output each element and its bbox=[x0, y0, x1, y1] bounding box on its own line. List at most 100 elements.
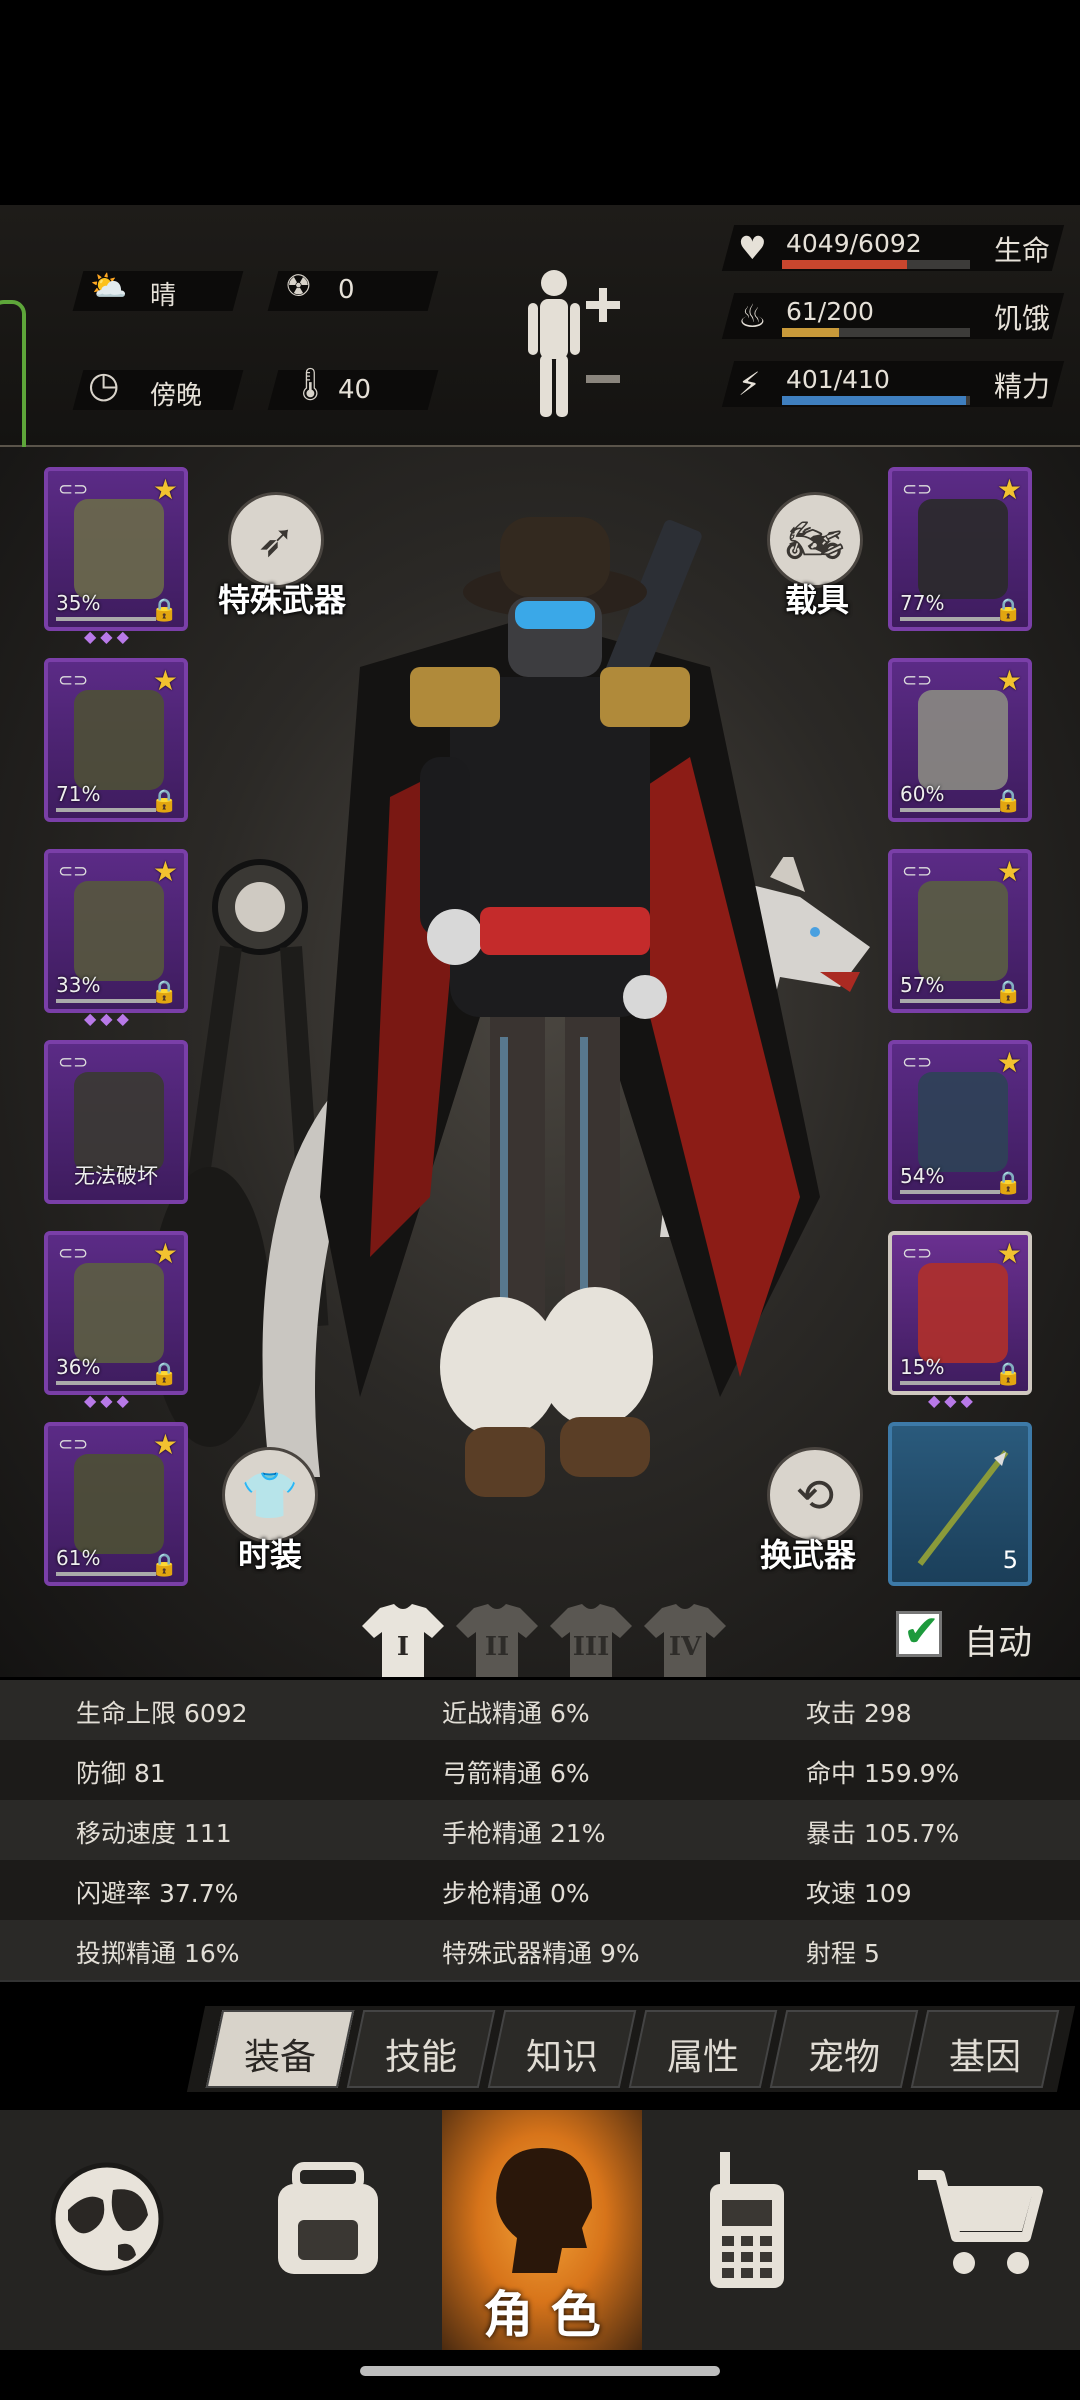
lock-icon: 🔒 bbox=[150, 598, 178, 623]
nav-radio[interactable] bbox=[642, 2110, 842, 2350]
durability-text: 57% bbox=[900, 973, 945, 997]
stat-item: 步枪精通 0% bbox=[442, 1879, 590, 1908]
link-icon: ⊂⊃ bbox=[902, 479, 933, 500]
stat-item: 弓箭精通 6% bbox=[442, 1759, 590, 1788]
status-panel: ⛅ 晴 ☢ 0 ◷ 傍晚 🌡 40 ♥ 4049/6092 生命 ♨ 61/200 饥饿 ⚡… bbox=[0, 205, 1080, 648]
helmet-slot[interactable]: ⊂⊃ ★ 35% 🔒 bbox=[44, 467, 188, 631]
pistol-slot[interactable]: ⊂⊃ ★ 15% 🔒 bbox=[888, 1231, 1032, 1395]
nav-world-map[interactable] bbox=[0, 2110, 216, 2350]
vehicle-button[interactable]: 🏍 bbox=[767, 492, 863, 588]
boots-slot[interactable]: ⊂⊃ ★ 61% 🔒 bbox=[44, 1422, 188, 1586]
home-indicator[interactable] bbox=[360, 2366, 720, 2376]
nav-shop[interactable] bbox=[842, 2110, 1080, 2350]
outfit-tab-2[interactable]: II bbox=[454, 1602, 540, 1677]
time-of-day-label: 傍晚 bbox=[150, 381, 203, 411]
armor-vest-icon bbox=[918, 881, 1008, 981]
ammo-slot[interactable]: 5 bbox=[888, 1422, 1032, 1586]
stat-item: 暴击 105.7% bbox=[806, 1819, 960, 1848]
durability-bar bbox=[56, 1572, 156, 1576]
body-status-button[interactable] bbox=[520, 265, 630, 425]
link-icon: ⊂⊃ bbox=[902, 861, 933, 882]
stat-item: 手枪精通 21% bbox=[442, 1819, 606, 1848]
durability-bar bbox=[56, 617, 156, 621]
goggles-slot[interactable]: ⊂⊃ ★ 77% 🔒 bbox=[888, 467, 1032, 631]
special-weapon-label: 特殊武器 bbox=[218, 581, 347, 619]
vital-bar-fill bbox=[782, 396, 966, 405]
outfit-tab-1[interactable]: I bbox=[360, 1602, 446, 1677]
stat-item: 攻速 109 bbox=[806, 1879, 912, 1908]
link-icon: ⊂⊃ bbox=[58, 861, 89, 882]
vital-label: 生命 bbox=[994, 234, 1051, 267]
vital-value: 61/200 bbox=[786, 297, 874, 326]
upgrade-dots: ◆◆◆ bbox=[84, 1009, 133, 1028]
goggles-icon bbox=[918, 499, 1008, 599]
durability-bar bbox=[900, 808, 1000, 812]
backpack-icon bbox=[278, 2162, 378, 2274]
tab-label: 技能 bbox=[384, 2037, 457, 2078]
stat-item: 特殊武器精通 9% bbox=[442, 1939, 640, 1968]
stat-row: 生命上限 6092 近战精通 6% 攻击 298 bbox=[0, 1680, 1080, 1740]
character-avatar bbox=[320, 517, 820, 1497]
outfit-tab-label: II bbox=[484, 1632, 510, 1662]
vital-value: 401/410 bbox=[786, 365, 890, 394]
stat-item: 近战精通 6% bbox=[442, 1699, 590, 1728]
nav-character[interactable]: 角 色 bbox=[442, 2110, 642, 2350]
stat-row: 防御 81 弓箭精通 6% 命中 159.9% bbox=[0, 1740, 1080, 1800]
auto-checkbox[interactable]: ✔ bbox=[896, 1606, 942, 1657]
link-icon: ⊂⊃ bbox=[902, 670, 933, 691]
armor-vest-slot[interactable]: ⊂⊃ ★ 57% 🔒 bbox=[888, 849, 1032, 1013]
special-weapon-button[interactable]: ➶ bbox=[228, 492, 324, 588]
lock-icon: 🔒 bbox=[994, 1171, 1022, 1196]
boots-icon bbox=[74, 1454, 164, 1554]
outfit-tab-3[interactable]: III bbox=[548, 1602, 634, 1677]
durability-text: 35% bbox=[56, 591, 101, 615]
switch-weapon-button[interactable]: ⟲ bbox=[767, 1447, 863, 1543]
stat-item: 移动速度 111 bbox=[76, 1819, 232, 1848]
durability-text: 61% bbox=[56, 1546, 101, 1570]
nav-inventory[interactable] bbox=[216, 2110, 438, 2350]
backpack-slot[interactable]: ⊂⊃ 无法破坏 bbox=[44, 1040, 188, 1204]
checkmark-icon: ✔ bbox=[903, 1606, 940, 1657]
durability-text: 77% bbox=[900, 591, 945, 615]
lock-icon: 🔒 bbox=[994, 980, 1022, 1005]
ammo-count: 5 bbox=[1002, 1546, 1018, 1574]
shield-icon bbox=[918, 1072, 1008, 1172]
clock-icon: ◷ bbox=[88, 365, 120, 406]
jacket-slot[interactable]: ⊂⊃ ★ 33% 🔒 bbox=[44, 849, 188, 1013]
upgrade-dots: ◆◆◆ bbox=[928, 1391, 977, 1410]
tab-label: 宠物 bbox=[807, 2037, 880, 2078]
character-nav-label: 角 色 bbox=[483, 2286, 601, 2344]
link-icon: ⊂⊃ bbox=[58, 1434, 89, 1455]
helmet-icon bbox=[74, 499, 164, 599]
link-icon: ⊂⊃ bbox=[58, 1243, 89, 1264]
outfit-tab-label: I bbox=[396, 1632, 410, 1662]
gas-mask-slot[interactable]: ⊂⊃ ★ 60% 🔒 bbox=[888, 658, 1032, 822]
radiation-value: 0 bbox=[338, 275, 355, 305]
radiation-icon: ☢ bbox=[285, 269, 312, 304]
pants-icon bbox=[74, 1263, 164, 1363]
fashion-button[interactable]: 👕 bbox=[222, 1447, 318, 1543]
vital-label: 精力 bbox=[994, 370, 1051, 403]
bullets-icon: ➶ bbox=[256, 513, 296, 567]
durability-text: 36% bbox=[56, 1355, 101, 1379]
vehicle-label: 载具 bbox=[785, 581, 850, 619]
stat-item: 攻击 298 bbox=[806, 1699, 912, 1728]
shield-slot[interactable]: ⊂⊃ ★ 54% 🔒 bbox=[888, 1040, 1032, 1204]
stat-item: 命中 159.9% bbox=[806, 1759, 960, 1788]
pants-slot[interactable]: ⊂⊃ ★ 36% 🔒 bbox=[44, 1231, 188, 1395]
tab-label: 属性 bbox=[666, 2037, 739, 2078]
bottom-nav: 角 色 bbox=[0, 2110, 1080, 2350]
stat-item: 防御 81 bbox=[76, 1759, 166, 1788]
upgrade-dots: ◆◆◆ bbox=[84, 1391, 133, 1410]
energy-icon: ⚡ bbox=[738, 365, 761, 403]
durability-bar bbox=[900, 1190, 1000, 1194]
vital-bar bbox=[782, 260, 970, 269]
durability-text: 54% bbox=[900, 1164, 945, 1188]
durability-text: 71% bbox=[56, 782, 101, 806]
tshirt-icon: 👕 bbox=[241, 1467, 299, 1522]
durability-text: 15% bbox=[900, 1355, 945, 1379]
outfit-tab-4[interactable]: IV bbox=[642, 1602, 728, 1677]
durability-text: 无法破坏 bbox=[74, 1164, 158, 1188]
lock-icon: 🔒 bbox=[994, 1362, 1022, 1387]
vest-slot[interactable]: ⊂⊃ ★ 71% 🔒 bbox=[44, 658, 188, 822]
